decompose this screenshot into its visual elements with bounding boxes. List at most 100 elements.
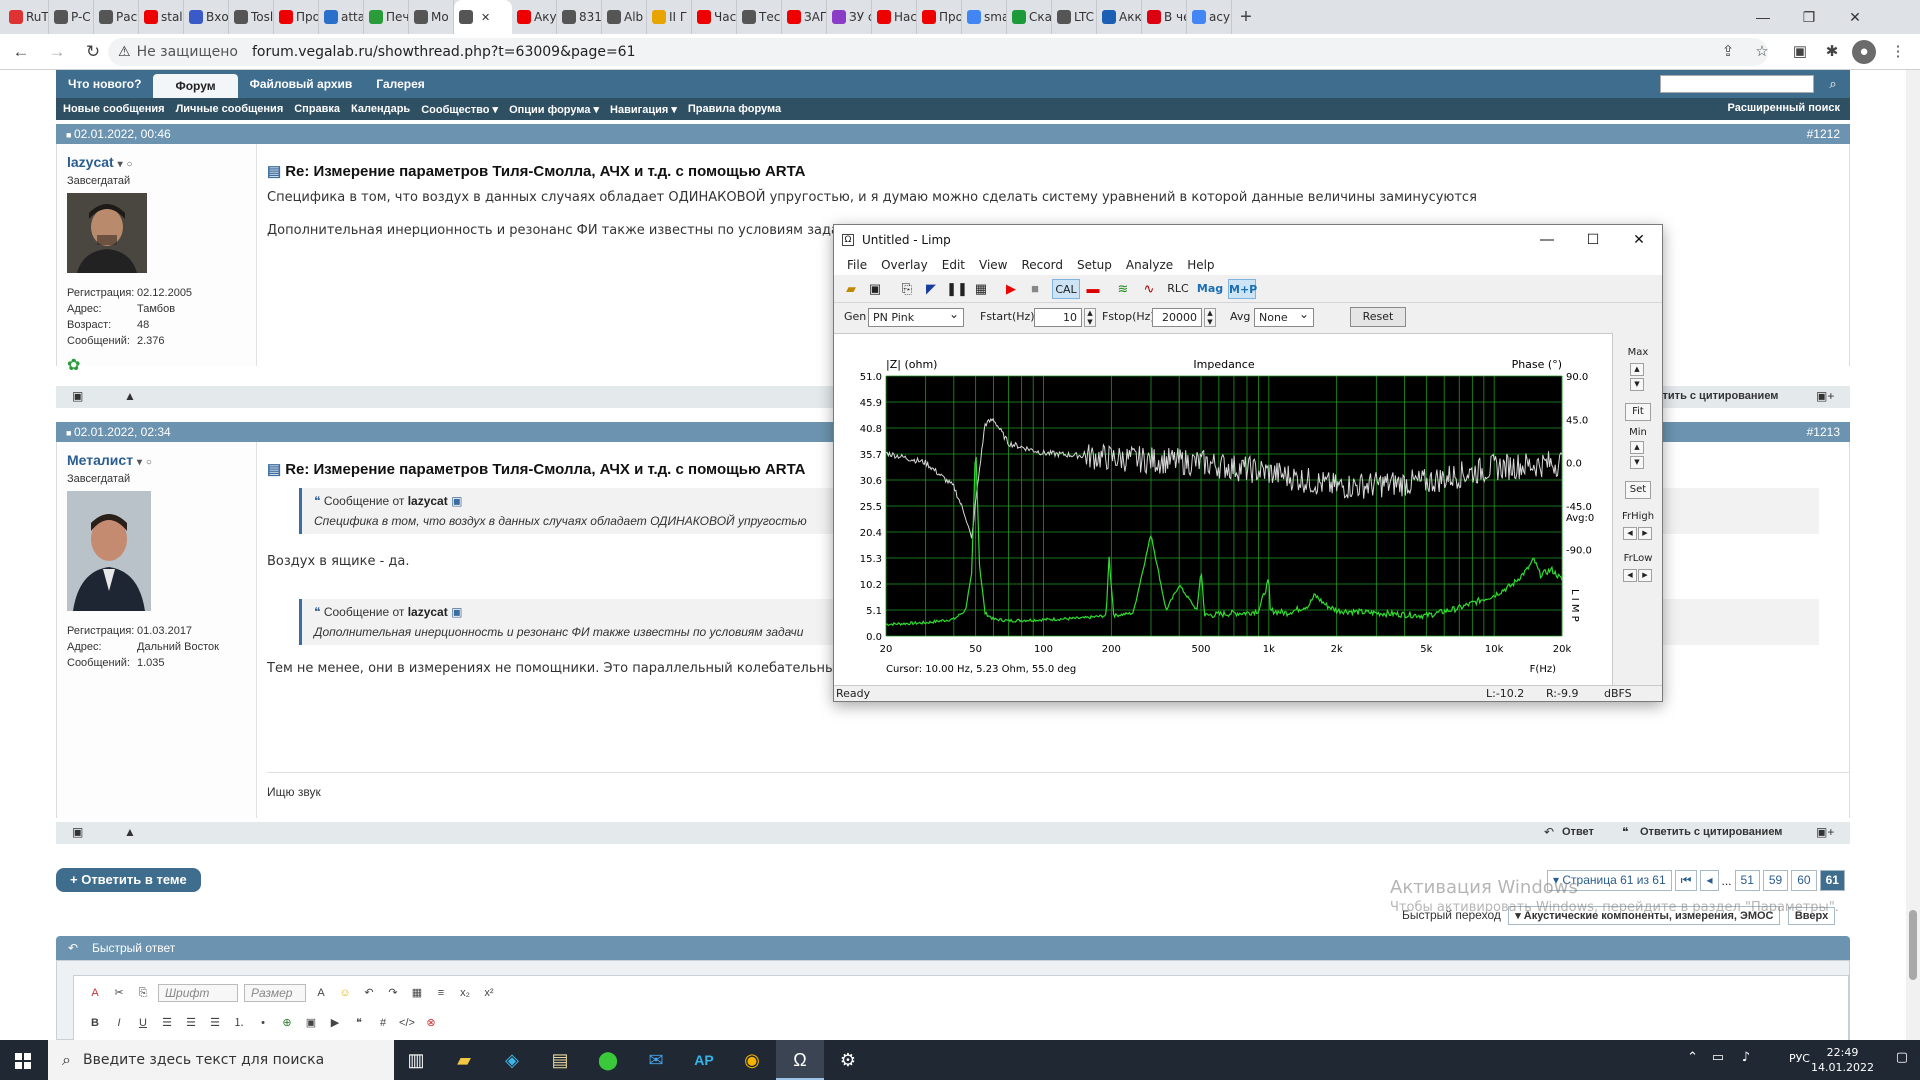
menu-overlay[interactable]: Overlay [874, 258, 935, 272]
quote-icon[interactable]: ❝ [1622, 825, 1628, 839]
limp-maximize-button[interactable]: ☐ [1570, 225, 1616, 255]
fstart-input[interactable]: 10 [1034, 308, 1082, 327]
nav-calendar[interactable]: Календарь [347, 103, 414, 115]
browser-tab[interactable]: Акк [1097, 0, 1142, 34]
font-select[interactable]: Шрифт [158, 984, 238, 1002]
file-explorer-icon[interactable]: ▰ [440, 1040, 488, 1080]
fstop-spinner[interactable]: ▲ ▼ [1204, 308, 1216, 327]
browser-tab[interactable]: atta [319, 0, 364, 34]
size-select[interactable]: Размер [244, 984, 306, 1002]
frhigh-left-button[interactable]: ◀ [1623, 527, 1637, 540]
post-number[interactable]: #1213 [1807, 422, 1840, 442]
extension-icon[interactable]: ▣ [1788, 40, 1812, 64]
align-right-icon[interactable]: ☰ [206, 1014, 224, 1032]
limp-titlebar[interactable]: Ω Untitled - Limp ― ☐ ✕ [834, 225, 1662, 255]
align-icon[interactable]: ≡ [432, 984, 450, 1002]
share-icon[interactable]: ⇪ [1716, 40, 1740, 64]
browser-tab[interactable]: Tosl [229, 0, 274, 34]
pause-icon[interactable]: ❚❚ [946, 279, 968, 299]
nav-file-archive[interactable]: Файловый архив [238, 70, 365, 98]
limp-minimize-button[interactable]: ― [1524, 225, 1570, 255]
forward-icon[interactable]: → [42, 37, 72, 67]
gen-select[interactable]: PN Pink [868, 307, 964, 327]
browser-tab[interactable]: В че [1142, 0, 1187, 34]
font-color-icon[interactable]: A [312, 984, 330, 1002]
mag-phase-button[interactable]: M+P [1228, 279, 1257, 299]
browser-tab[interactable]: ✕ [454, 0, 512, 34]
nav-community[interactable]: Сообщество ▾ [417, 103, 502, 116]
comment-icon[interactable]: ▣ [72, 825, 83, 839]
nav-whats-new[interactable]: Что нового? [56, 70, 153, 98]
volume-icon[interactable]: ♪ [1742, 1050, 1750, 1065]
mail-icon[interactable]: ✉ [632, 1040, 680, 1080]
search-icon[interactable]: ⌕ [1822, 74, 1844, 94]
save-icon[interactable]: ▣ [864, 279, 886, 299]
chevron-down-icon[interactable]: ▾ [118, 159, 123, 170]
settings-gear-icon[interactable]: ⚙ [824, 1040, 872, 1080]
app-icon[interactable]: ⬤ [584, 1040, 632, 1080]
max-down-button[interactable]: ▼ [1630, 378, 1644, 391]
reply-editor[interactable]: A ✂ ⎘ Шрифт Размер A ☺ ↶ ↷ ▦ ≡ x₂ x² B I… [73, 975, 1849, 1040]
browser-tab[interactable]: Alb [602, 0, 647, 34]
marker-icon[interactable]: ◤ [920, 279, 942, 299]
fit-button[interactable]: Fit [1625, 403, 1651, 421]
multi-quote-icon[interactable]: ▣+ [1816, 825, 1834, 839]
puzzle-icon[interactable]: ✱ [1820, 40, 1844, 64]
username-link[interactable]: Металист ▾ ○ [67, 452, 246, 468]
frhigh-right-button[interactable]: ▶ [1638, 527, 1652, 540]
avatar[interactable] [67, 193, 147, 273]
frlow-left-button[interactable]: ◀ [1623, 569, 1637, 582]
smiley-icon[interactable]: ☺ [336, 984, 354, 1002]
ordered-list-icon[interactable]: ⒈ [230, 1014, 248, 1032]
nav-new-posts[interactable]: Новые сообщения [59, 103, 169, 115]
address-bar[interactable]: ⚠ Не защищено forum.vegalab.ru/showthrea… [108, 38, 1768, 66]
copy-icon[interactable]: ⎘ [896, 279, 918, 299]
underline-icon[interactable]: U [134, 1014, 152, 1032]
menu-help[interactable]: Help [1180, 258, 1221, 272]
rlc-button[interactable]: RLC [1164, 279, 1192, 299]
limp-taskbar-icon[interactable]: Ω [776, 1040, 824, 1080]
reply-icon[interactable]: ↶ [1544, 825, 1554, 839]
bold-icon[interactable]: B [86, 1014, 104, 1032]
tab-close-icon[interactable]: ✕ [481, 11, 490, 24]
arta-app-icon[interactable]: AP [680, 1040, 728, 1080]
code-icon[interactable]: </> [398, 1014, 416, 1032]
magnitude-button[interactable]: Mag [1196, 279, 1224, 299]
chevron-down-icon[interactable]: ▾ [137, 457, 142, 468]
channel-icon[interactable]: ▬ [1082, 279, 1104, 299]
browser-tab[interactable]: Про [917, 0, 962, 34]
remove-format-icon[interactable]: A [86, 984, 104, 1002]
align-center-icon[interactable]: ☰ [182, 1014, 200, 1032]
reply-button[interactable]: Ответ [1562, 826, 1594, 838]
new-tab-icon[interactable]: + [1232, 6, 1260, 29]
username[interactable]: Металист [67, 452, 133, 468]
notepad-icon[interactable]: ▤ [536, 1040, 584, 1080]
browser-maximize-button[interactable]: ❐ [1786, 0, 1832, 34]
page-scrollbar[interactable] [1906, 70, 1920, 1040]
menu-analyze[interactable]: Analyze [1119, 258, 1180, 272]
menu-file[interactable]: File [840, 258, 874, 272]
browser-tab[interactable]: LTC [1052, 0, 1097, 34]
browser-tab[interactable]: Ска [1007, 0, 1052, 34]
browser-tab[interactable]: Аку [512, 0, 557, 34]
advanced-search-link[interactable]: Расширенный поиск [1728, 102, 1840, 114]
browser-tab[interactable]: acy [1187, 0, 1232, 34]
browser-tab[interactable]: sma [962, 0, 1007, 34]
impedance-chart[interactable]: 51.0 45.9 40.8 35.7 30.6 25.5 20.4 15.3 10.2 5.1 0… [834, 334, 1612, 686]
menu-record[interactable]: Record [1014, 258, 1069, 272]
open-folder-icon[interactable]: ▰ [840, 279, 862, 299]
nav-forum-options[interactable]: Опции форума ▾ [505, 103, 603, 116]
username[interactable]: lazycat [67, 154, 114, 170]
comment-icon[interactable]: ▣ [72, 389, 83, 403]
browser-tab[interactable]: 831 [557, 0, 602, 34]
browser-tab[interactable]: ЗАГ [782, 0, 827, 34]
view-post-icon[interactable]: ▣ [451, 494, 462, 508]
fstart-spinner[interactable]: ▲ ▼ [1084, 308, 1096, 327]
nav-help[interactable]: Справка [290, 103, 344, 115]
min-down-button[interactable]: ▼ [1630, 456, 1644, 469]
set-button[interactable]: Set [1625, 481, 1651, 499]
browser-tab[interactable]: Нас [872, 0, 917, 34]
browser-tab[interactable]: Мо [409, 0, 454, 34]
reload-icon[interactable]: ↻ [78, 37, 108, 67]
quote-author[interactable]: lazycat [408, 605, 448, 619]
